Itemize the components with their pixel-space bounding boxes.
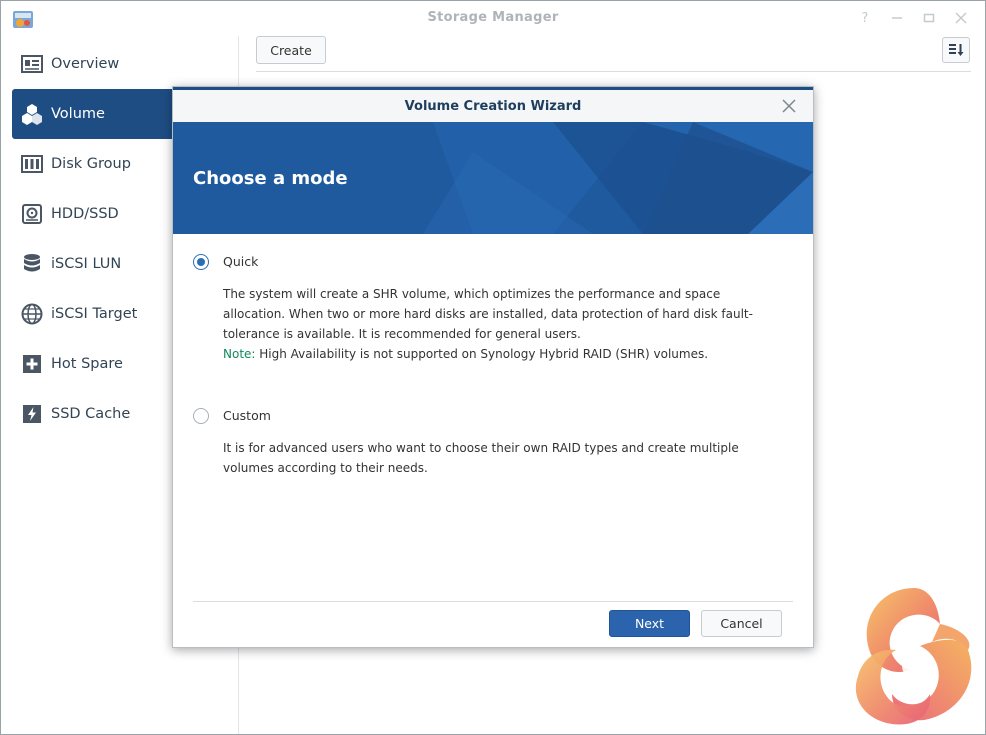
close-icon[interactable] <box>781 98 797 114</box>
hdd-icon <box>21 203 43 225</box>
sort-icon <box>949 44 964 56</box>
dialog-footer-divider <box>193 601 793 602</box>
wizard-banner: Choose a mode <box>173 122 813 234</box>
toolbar-divider <box>256 71 971 72</box>
sidebar-item-label: Volume <box>51 106 105 122</box>
quick-description-text: The system will create a SHR volume, whi… <box>223 287 753 341</box>
custom-description: It is for advanced users who want to cho… <box>223 441 739 475</box>
dialog-title: Volume Creation Wizard <box>404 99 582 114</box>
mode-option-custom: Custom It is for advanced users who want… <box>193 408 793 478</box>
cancel-button[interactable]: Cancel <box>701 610 782 637</box>
iscsi-lun-icon <box>21 253 43 275</box>
iscsi-target-icon <box>21 303 43 325</box>
ssd-cache-icon <box>21 403 43 425</box>
sidebar-item-label: Overview <box>51 56 120 72</box>
sidebar-item-label: iSCSI Target <box>51 306 138 322</box>
overview-icon <box>21 53 43 75</box>
storage-manager-window: Storage Manager ? Overview Volume Disk G… <box>0 0 986 735</box>
create-button[interactable]: Create <box>256 36 326 64</box>
mode-option-quick: Quick The system will create a SHR volum… <box>193 254 793 364</box>
quick-label[interactable]: Quick <box>223 254 258 269</box>
sidebar-item-label: Disk Group <box>51 156 131 172</box>
custom-radio[interactable] <box>193 408 209 424</box>
dialog-header[interactable]: Volume Creation Wizard <box>173 90 813 122</box>
volume-icon <box>21 103 43 125</box>
disk-group-icon <box>21 153 43 175</box>
note-text: High Availability is not supported on Sy… <box>255 347 709 361</box>
title-bar[interactable]: Storage Manager ? <box>0 0 986 36</box>
maximize-icon[interactable] <box>920 9 938 27</box>
sidebar-item-label: SSD Cache <box>51 406 131 422</box>
quick-radio[interactable] <box>193 254 209 270</box>
close-icon[interactable] <box>952 9 970 27</box>
sort-button[interactable] <box>942 37 970 63</box>
volume-creation-wizard-dialog: Volume Creation Wizard Choose a mode Qui… <box>172 86 814 648</box>
sidebar-item-label: iSCSI LUN <box>51 256 122 272</box>
triskelion-logo-watermark <box>855 588 972 725</box>
note-label: Note: <box>223 347 256 361</box>
sidebar-item-label: HDD/SSD <box>51 206 119 222</box>
help-icon[interactable]: ? <box>856 9 874 27</box>
window-controls: ? <box>856 9 970 27</box>
sidebar-item-overview[interactable]: Overview <box>12 39 238 89</box>
quick-description: The system will create a SHR volume, whi… <box>223 284 783 364</box>
sidebar-item-label: Hot Spare <box>51 356 123 372</box>
hot-spare-icon <box>21 353 43 375</box>
next-button[interactable]: Next <box>609 610 690 637</box>
window-title: Storage Manager <box>427 10 559 25</box>
wizard-step-title: Choose a mode <box>193 168 348 189</box>
custom-label[interactable]: Custom <box>223 408 271 423</box>
minimize-icon[interactable] <box>888 9 906 27</box>
